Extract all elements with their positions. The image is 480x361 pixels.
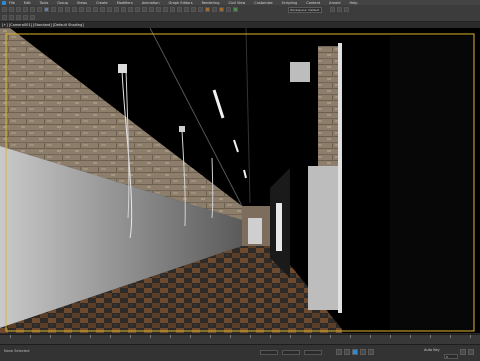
- rectangle-selection-icon[interactable]: [58, 7, 63, 12]
- menu-rendering[interactable]: Rendering: [202, 1, 220, 5]
- mirror-icon[interactable]: [156, 7, 161, 12]
- modeling-tab-icon[interactable]: [2, 15, 7, 20]
- workspace-dropdown[interactable]: Workspace: Default: [288, 7, 322, 13]
- help-icon[interactable]: [344, 7, 349, 12]
- right-brick-column: [318, 46, 340, 166]
- menu-create[interactable]: Create: [96, 1, 108, 5]
- menu-civil-view[interactable]: Civil View: [228, 1, 245, 5]
- move-icon[interactable]: [72, 7, 77, 12]
- toolbar-row-bottom: [2, 15, 35, 20]
- menu-edit[interactable]: Edit: [24, 1, 31, 5]
- play-icon[interactable]: [352, 349, 358, 355]
- render-online-icon[interactable]: [226, 7, 231, 12]
- redo-icon[interactable]: [9, 7, 14, 12]
- selection-status: None Selected: [4, 349, 30, 353]
- app-logo-icon[interactable]: [2, 0, 6, 5]
- named-selection-icon[interactable]: [149, 7, 154, 12]
- open-explorer-icon[interactable]: [233, 7, 238, 12]
- menu-views[interactable]: Views: [77, 1, 87, 5]
- snap-toggle-icon[interactable]: [121, 7, 126, 12]
- x-coordinate-field[interactable]: [260, 350, 278, 355]
- wall-vent: [290, 62, 310, 82]
- y-coordinate-field[interactable]: [282, 350, 300, 355]
- unlink-icon[interactable]: [23, 7, 28, 12]
- angle-snap-icon[interactable]: [128, 7, 133, 12]
- align-icon[interactable]: [163, 7, 168, 12]
- toolbar-row-top: [2, 7, 238, 12]
- menu-customize[interactable]: Customize: [254, 1, 272, 5]
- menu-graph-editors[interactable]: Graph Editors: [169, 1, 193, 5]
- main-toolbar: Workspace: Default: [0, 5, 480, 22]
- previous-frame-icon[interactable]: [344, 349, 350, 355]
- select-manipulate-icon[interactable]: [107, 7, 112, 12]
- rendered-frame-window-icon[interactable]: [212, 7, 217, 12]
- menu-help[interactable]: Help: [350, 1, 358, 5]
- next-frame-icon[interactable]: [360, 349, 366, 355]
- pivot-center-icon[interactable]: [100, 7, 105, 12]
- camera-viewport[interactable]: [0, 28, 480, 333]
- bind-space-warp-icon[interactable]: [30, 7, 35, 12]
- render-setup-icon[interactable]: [205, 7, 210, 12]
- menu-tools[interactable]: Tools: [40, 1, 49, 5]
- menu-scripting[interactable]: Scripting: [282, 1, 298, 5]
- auto-key-button[interactable]: Auto Key: [424, 348, 440, 352]
- menu-arnold[interactable]: Arnold: [329, 1, 340, 5]
- render-production-icon[interactable]: [219, 7, 224, 12]
- go-to-end-icon[interactable]: [368, 349, 374, 355]
- populate-tab-icon[interactable]: [30, 15, 35, 20]
- menu-file[interactable]: File: [9, 1, 15, 5]
- schematic-view-icon[interactable]: [191, 7, 196, 12]
- go-to-start-icon[interactable]: [336, 349, 342, 355]
- layer-explorer-icon[interactable]: [170, 7, 175, 12]
- menu-content[interactable]: Content: [306, 1, 320, 5]
- sign-in-icon[interactable]: [337, 7, 342, 12]
- undo-icon[interactable]: [2, 7, 7, 12]
- select-by-name-icon[interactable]: [51, 7, 56, 12]
- link-icon[interactable]: [16, 7, 21, 12]
- select-object-icon[interactable]: [44, 7, 49, 12]
- viewport-label[interactable]: [+] [Camera001] [Standard] [Default Shad…: [2, 23, 84, 27]
- selection-tab-icon[interactable]: [16, 15, 21, 20]
- z-coordinate-field[interactable]: [304, 350, 322, 355]
- rotate-icon[interactable]: [79, 7, 84, 12]
- status-bar: None Selected Auto Key 0: [0, 344, 480, 361]
- corridor-render: [0, 28, 480, 333]
- toggle-ribbon-icon[interactable]: [177, 7, 182, 12]
- object-paint-tab-icon[interactable]: [23, 15, 28, 20]
- menu-animation[interactable]: Animation: [142, 1, 160, 5]
- orbit-icon[interactable]: [468, 349, 474, 355]
- right-plaster-column: [308, 166, 342, 310]
- toolbar-row-right: [330, 7, 349, 12]
- reference-coordinate-icon[interactable]: [93, 7, 98, 12]
- curve-editor-icon[interactable]: [184, 7, 189, 12]
- window-crossing-icon[interactable]: [65, 7, 70, 12]
- keyboard-shortcut-icon[interactable]: [114, 7, 119, 12]
- zoom-icon[interactable]: [460, 349, 466, 355]
- project-folder-icon[interactable]: [330, 7, 335, 12]
- selection-filter-icon[interactable]: [37, 7, 42, 12]
- spinner-snap-icon[interactable]: [142, 7, 147, 12]
- freeform-tab-icon[interactable]: [9, 15, 14, 20]
- material-editor-icon[interactable]: [198, 7, 203, 12]
- menu-group[interactable]: Group: [57, 1, 68, 5]
- scale-icon[interactable]: [86, 7, 91, 12]
- percent-snap-icon[interactable]: [135, 7, 140, 12]
- menu-modifiers[interactable]: Modifiers: [117, 1, 133, 5]
- current-frame-field[interactable]: 0: [444, 354, 458, 359]
